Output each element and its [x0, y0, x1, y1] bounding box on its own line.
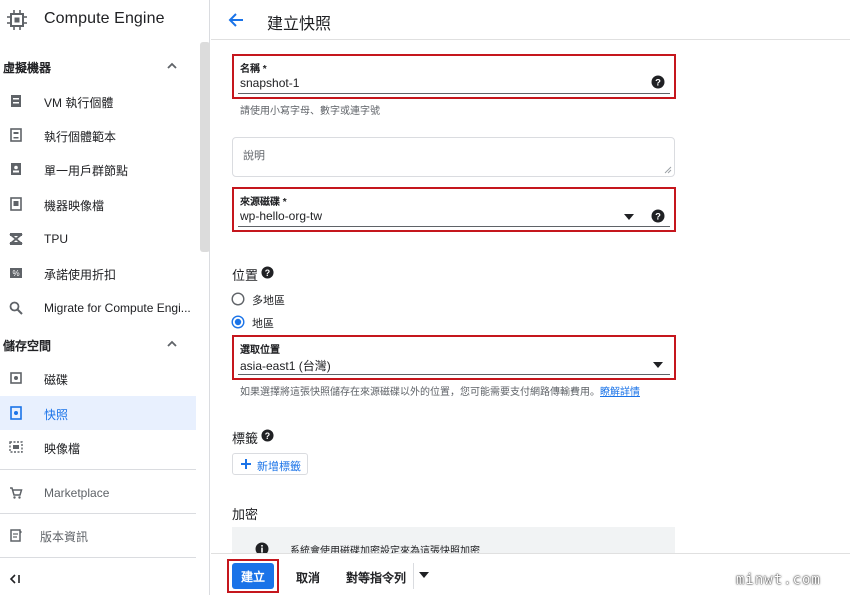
name-field[interactable] — [238, 68, 670, 94]
section-storage[interactable]: 儲存空間 — [3, 335, 183, 355]
svg-text:?: ? — [265, 431, 270, 441]
help-icon[interactable]: ? — [261, 429, 274, 442]
sidebar-item-label: 執行個體範本 — [44, 130, 117, 144]
radio-region[interactable] — [231, 315, 245, 329]
sidebar-item-label: VM 執行個體 — [44, 96, 114, 110]
sidebar-item-machine-images[interactable]: 機器映像檔 — [0, 187, 196, 221]
plus-icon — [241, 459, 251, 469]
location-title: 位置 — [232, 268, 259, 283]
source-disk-label: 來源磁碟 * — [240, 193, 290, 208]
cancel-button[interactable]: 取消 — [296, 569, 320, 586]
name-field-value[interactable]: snapshot-1 — [240, 76, 299, 90]
create-button[interactable]: 建立 — [232, 563, 274, 589]
help-icon[interactable]: ? — [261, 266, 274, 279]
release-notes-icon — [10, 529, 22, 542]
location-select-value[interactable]: asia-east1 (台灣) — [240, 357, 331, 374]
app-title: Compute Engine — [44, 10, 165, 27]
sole-tenant-icon — [11, 163, 21, 175]
section-label: 虛擬機器 — [3, 60, 52, 75]
sidebar-item-label: 版本資訊 — [40, 530, 89, 544]
help-icon[interactable]: ? — [651, 75, 665, 89]
sidebar-item-label: 映像檔 — [44, 442, 81, 456]
encryption-info-text: 系統會使用磁碟加密設定來為這張快照加密 — [290, 546, 480, 553]
instance-template-icon — [10, 128, 22, 142]
split-divider — [413, 563, 414, 589]
sidebar-divider — [0, 469, 196, 470]
sidebar-item-label: 快照 — [44, 408, 69, 422]
cart-icon — [10, 487, 23, 499]
compute-engine-icon — [7, 10, 27, 30]
location-select-label: 選取位置 — [240, 341, 283, 356]
sidebar-item-instance-templates[interactable]: 執行個體範本 — [0, 118, 196, 152]
description-field[interactable]: 說明 — [232, 137, 675, 177]
sidebar-item-sole-tenant[interactable]: 單一用戶群節點 — [0, 152, 196, 186]
sidebar-item-label: 磁碟 — [44, 373, 69, 387]
description-placeholder: 說明 — [243, 150, 265, 162]
equivalent-command-button[interactable]: 對等指令列 — [346, 569, 406, 586]
dropdown-arrow-icon[interactable] — [623, 211, 635, 223]
labels-title: 標籤 — [232, 431, 259, 446]
radio-multi-region-label: 多地區 — [252, 295, 285, 307]
sidebar-item-label: TPU — [44, 232, 68, 246]
dropdown-arrow-icon[interactable] — [652, 359, 664, 371]
name-helper-text: 請使用小寫字母、數字或連字號 — [240, 106, 380, 117]
help-icon[interactable]: ? — [651, 209, 665, 223]
discount-icon: % — [10, 268, 22, 278]
section-label: 儲存空間 — [3, 338, 52, 353]
sidebar-item-commitments[interactable]: % 承諾使用折扣 — [0, 256, 196, 290]
chevron-up-icon — [167, 62, 177, 69]
sidebar-item-disks[interactable]: 磁碟 — [0, 361, 196, 395]
sidebar-divider — [0, 557, 196, 558]
vm-instance-icon — [11, 95, 21, 107]
sidebar-item-label: 機器映像檔 — [44, 199, 105, 213]
svg-text:?: ? — [655, 78, 661, 89]
sidebar-divider — [0, 513, 196, 514]
dropdown-arrow-icon[interactable] — [419, 571, 429, 579]
encryption-title: 加密 — [232, 507, 259, 522]
resize-handle-icon[interactable] — [664, 166, 672, 174]
sidebar-item-snapshots[interactable]: 快照 — [0, 396, 196, 430]
svg-text:%: % — [12, 269, 19, 278]
sidebar: Compute Engine 虛擬機器 VM 執行個體 執行個體範本 單一用戶群… — [0, 0, 210, 595]
brand[interactable]: Compute Engine — [0, 0, 210, 40]
sidebar-item-marketplace[interactable]: Marketplace — [0, 476, 196, 510]
image-icon — [9, 441, 23, 453]
svg-text:?: ? — [655, 212, 661, 223]
section-vm[interactable]: 虛擬機器 — [3, 57, 183, 77]
tpu-icon — [9, 233, 23, 245]
sidebar-item-label: 單一用戶群節點 — [44, 164, 129, 178]
sidebar-item-tpu[interactable]: TPU — [0, 222, 196, 256]
disk-icon — [10, 372, 22, 384]
page-header: 建立快照 — [211, 0, 850, 40]
svg-text:?: ? — [265, 268, 270, 278]
collapse-sidebar-icon[interactable] — [9, 573, 21, 585]
add-label-button[interactable]: 新增標籤 — [232, 453, 308, 475]
sidebar-scrollbar[interactable] — [200, 42, 210, 252]
sidebar-item-label: 承諾使用折扣 — [44, 268, 117, 282]
back-arrow-icon[interactable] — [227, 11, 245, 29]
radio-region-label: 地區 — [252, 318, 274, 330]
sidebar-item-migrate[interactable]: Migrate for Compute Engi... — [0, 291, 196, 325]
location-helper: 如果選擇將這張快照儲存在來源磁碟以外的位置，您可能需要支付網路傳輸費用。瞭解詳情 — [240, 383, 640, 398]
sidebar-item-label: Marketplace — [44, 486, 110, 500]
info-icon — [255, 542, 269, 553]
sidebar-item-images[interactable]: 映像檔 — [0, 430, 196, 464]
sidebar-item-label: Migrate for Compute Engi... — [44, 301, 191, 315]
watermark: minwt.com — [736, 572, 821, 588]
machine-image-icon — [10, 197, 22, 211]
sidebar-item-vm-instances[interactable]: VM 執行個體 — [0, 84, 196, 118]
chevron-up-icon — [167, 340, 177, 347]
learn-more-link[interactable]: 瞭解詳情 — [600, 387, 640, 398]
sidebar-item-release-notes[interactable]: 版本資訊 — [0, 518, 196, 552]
radio-multi-region[interactable] — [231, 292, 245, 306]
source-disk-value[interactable]: wp-hello-org-tw — [240, 209, 322, 223]
snapshot-icon — [10, 406, 22, 420]
page-title: 建立快照 — [267, 16, 332, 33]
encryption-info: 系統會使用磁碟加密設定來為這張快照加密 — [232, 527, 675, 553]
location-helper-text: 如果選擇將這張快照儲存在來源磁碟以外的位置，您可能需要支付網路傳輸費用。 — [240, 387, 600, 398]
name-field-label: 名稱 * — [240, 60, 270, 75]
search-icon — [9, 301, 23, 315]
add-label-text: 新增標籤 — [257, 461, 301, 473]
